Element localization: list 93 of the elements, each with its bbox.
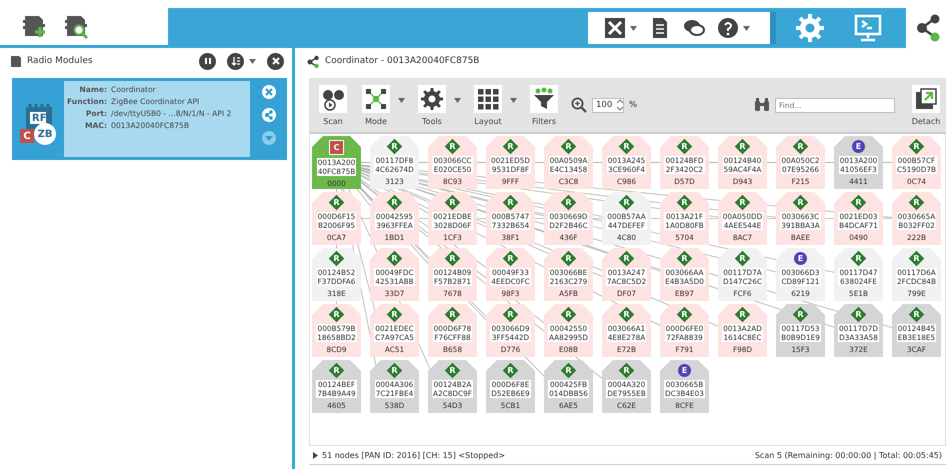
protocol-badge: ZB: [34, 123, 56, 145]
zoom-spinner[interactable]: 100: [592, 98, 624, 112]
router-badge: R: [446, 364, 459, 377]
network-mode-icon: [364, 86, 388, 110]
network-button[interactable]: [262, 108, 276, 122]
gear-icon: [420, 86, 444, 110]
router-badge: R: [504, 252, 517, 265]
sort-button[interactable]: [227, 52, 244, 70]
router-badge: R: [388, 140, 401, 153]
router-badge: R: [562, 252, 575, 265]
sort-icon: [230, 56, 240, 66]
triangle-down-icon: [264, 133, 274, 143]
router-badge: R: [562, 308, 575, 321]
caret-icon[interactable]: [398, 98, 405, 102]
coordinator-badge: C: [329, 140, 344, 155]
chat-icon: [683, 17, 705, 39]
router-badge: R: [852, 196, 865, 209]
gear-icon: [795, 13, 825, 43]
pause-icon: [202, 56, 212, 66]
router-badge: R: [678, 140, 691, 153]
router-badge: R: [562, 364, 575, 377]
router-badge: R: [388, 196, 401, 209]
router-badge: R: [504, 308, 517, 321]
router-badge: R: [562, 196, 575, 209]
router-badge: R: [446, 308, 459, 321]
panel-title: Radio Modules: [27, 56, 93, 66]
router-badge: R: [388, 364, 401, 377]
binoculars-icon: [754, 98, 770, 112]
router-badge: R: [330, 364, 343, 377]
router-badge: R: [620, 140, 633, 153]
expand-arrow-icon: [313, 452, 318, 458]
router-badge: R: [446, 252, 459, 265]
router-badge: R: [678, 308, 691, 321]
router-badge: R: [504, 364, 517, 377]
router-badge: R: [852, 252, 865, 265]
caret-icon: [743, 26, 750, 30]
zoom-unit: %: [629, 100, 638, 110]
router-badge: R: [446, 196, 459, 209]
router-badge: R: [736, 196, 749, 209]
close-icon: [264, 87, 274, 97]
end-device-badge: E: [794, 252, 807, 265]
role-badge: C: [20, 129, 34, 143]
grid-icon: [476, 86, 500, 110]
router-badge: R: [678, 196, 691, 209]
router-badge: R: [794, 308, 807, 321]
router-badge: R: [620, 364, 633, 377]
router-badge: R: [620, 308, 633, 321]
router-badge: R: [446, 140, 459, 153]
status-summary: 51 nodes [PAN ID: 2016] [CH: 15] <Stopped>: [322, 450, 506, 460]
router-badge: R: [910, 252, 923, 265]
caret-icon[interactable]: [510, 98, 517, 102]
scan-status: Scan 5 (Remaining: 00:00:00 | Total: 00:05:45): [754, 450, 942, 460]
network-icon: [307, 54, 320, 68]
funnel-icon: [532, 86, 556, 110]
router-badge: R: [736, 140, 749, 153]
router-badge: R: [794, 196, 807, 209]
router-badge: R: [330, 252, 343, 265]
remove-module-button[interactable]: [262, 85, 276, 99]
router-badge: R: [910, 308, 923, 321]
end-device-badge: E: [852, 140, 865, 153]
router-badge: R: [736, 308, 749, 321]
tools-icon: [604, 17, 626, 39]
end-device-badge: E: [678, 364, 691, 377]
router-badge: R: [330, 196, 343, 209]
router-badge: R: [620, 252, 633, 265]
router-badge: R: [330, 308, 343, 321]
router-badge: R: [504, 196, 517, 209]
router-badge: R: [388, 308, 401, 321]
close-icon: [270, 56, 280, 66]
router-badge: R: [678, 252, 691, 265]
module-icon: [10, 54, 22, 68]
panel-title: Coordinator - 0013A20040FC875B: [325, 56, 480, 66]
help-icon: [717, 17, 739, 39]
close-button[interactable]: [267, 52, 284, 70]
rf-label: RF: [32, 113, 47, 124]
toolbar-edge: [770, 12, 776, 44]
caret-icon[interactable]: [454, 98, 461, 102]
router-badge: R: [852, 308, 865, 321]
router-badge: R: [910, 196, 923, 209]
router-badge: R: [910, 140, 923, 153]
monitor-icon: [853, 13, 883, 43]
router-badge: R: [504, 140, 517, 153]
router-badge: R: [736, 252, 749, 265]
router-badge: R: [562, 140, 575, 153]
pause-button[interactable]: [199, 52, 216, 70]
router-badge: R: [620, 196, 633, 209]
caret-icon: [249, 58, 256, 64]
network-icon: [264, 110, 274, 120]
caret-icon: [630, 26, 637, 30]
router-badge: R: [794, 140, 807, 153]
zoom-icon: [571, 97, 587, 113]
router-badge: R: [388, 252, 401, 265]
detach-icon: [914, 86, 938, 110]
